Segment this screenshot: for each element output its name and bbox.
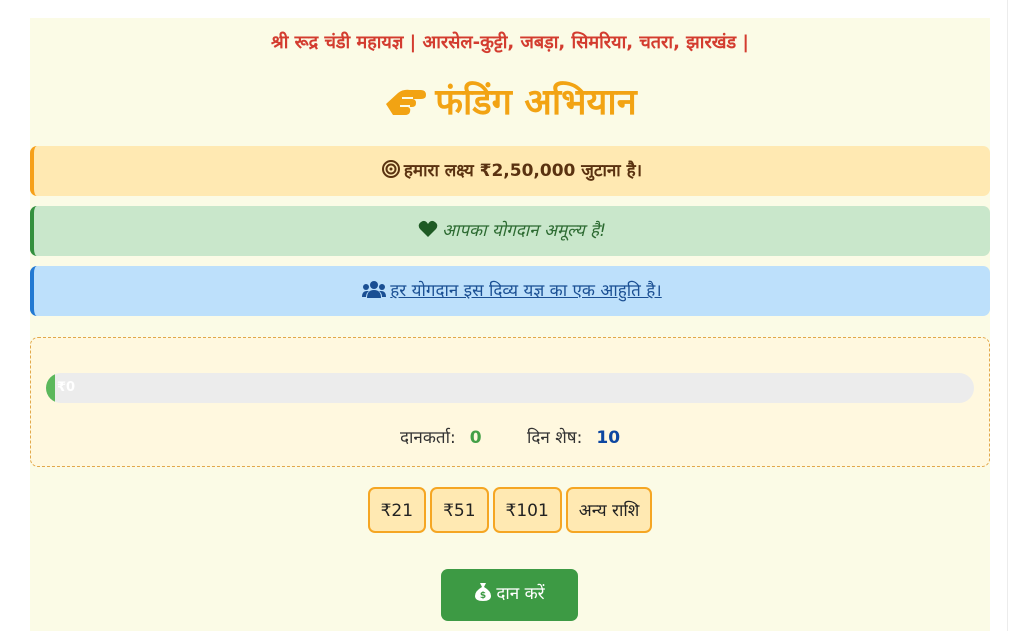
days-left-count: 10	[596, 428, 621, 448]
progress-stats: दानकर्ता: 0 दिन शेष: 10	[31, 425, 989, 448]
money-bag-icon: $	[475, 583, 492, 601]
donate-button[interactable]: $ दान करें	[441, 569, 578, 621]
amount-options: ₹21 ₹51 ₹101 अन्य राशि	[30, 487, 990, 533]
appreciation-text: आपका योगदान अमूल्य है!	[441, 221, 607, 241]
page-scrollbar[interactable]	[1007, 0, 1021, 631]
offering-text[interactable]: हर योगदान इस दिव्य यज्ञ का एक आहुति है।	[390, 281, 662, 301]
donors-label: दानकर्ता:	[399, 428, 456, 448]
amount-101-button[interactable]: ₹101	[492, 487, 562, 533]
donors-count: 0	[469, 428, 482, 448]
amount-51-button[interactable]: ₹51	[430, 487, 489, 533]
goal-alert: हमारा लक्ष्य ₹2,50,000 जुटाना है।	[30, 146, 990, 196]
page-title: फंडिंग अभियान	[30, 80, 990, 126]
hand-holding-icon	[386, 89, 427, 115]
funding-card: श्री रूद्र चंडी महायज्ञ | आरसेल-कुट्टी, …	[30, 18, 990, 631]
days-left-label: दिन शेष:	[526, 428, 583, 448]
days-left-stat: दिन शेष: 10	[527, 425, 620, 448]
progress-panel: ₹0 दानकर्ता: 0 दिन शेष: 10	[30, 337, 990, 467]
offering-alert[interactable]: हर योगदान इस दिव्य यज्ञ का एक आहुति है।	[30, 266, 990, 316]
heart-icon	[418, 220, 438, 237]
svg-text:$: $	[480, 591, 486, 601]
bullseye-icon	[381, 160, 400, 178]
title-text: फंडिंग अभियान	[435, 82, 637, 123]
donate-label[interactable]: दान करें	[496, 584, 544, 604]
goal-text: हमारा लक्ष्य ₹2,50,000 जुटाना है।	[403, 161, 643, 181]
progress-fill	[46, 373, 56, 403]
event-header: श्री रूद्र चंडी महायज्ञ | आरसेल-कुट्टी, …	[270, 32, 750, 53]
users-icon	[362, 281, 387, 298]
appreciation-alert: आपका योगदान अमूल्य है!	[30, 206, 990, 256]
donors-stat: दानकर्ता: 0	[400, 425, 482, 448]
raised-amount: ₹0	[57, 380, 76, 395]
progress-bar: ₹0	[46, 373, 974, 403]
amount-21-button[interactable]: ₹21	[367, 487, 427, 533]
other-amount-button[interactable]: अन्य राशि	[565, 487, 653, 533]
